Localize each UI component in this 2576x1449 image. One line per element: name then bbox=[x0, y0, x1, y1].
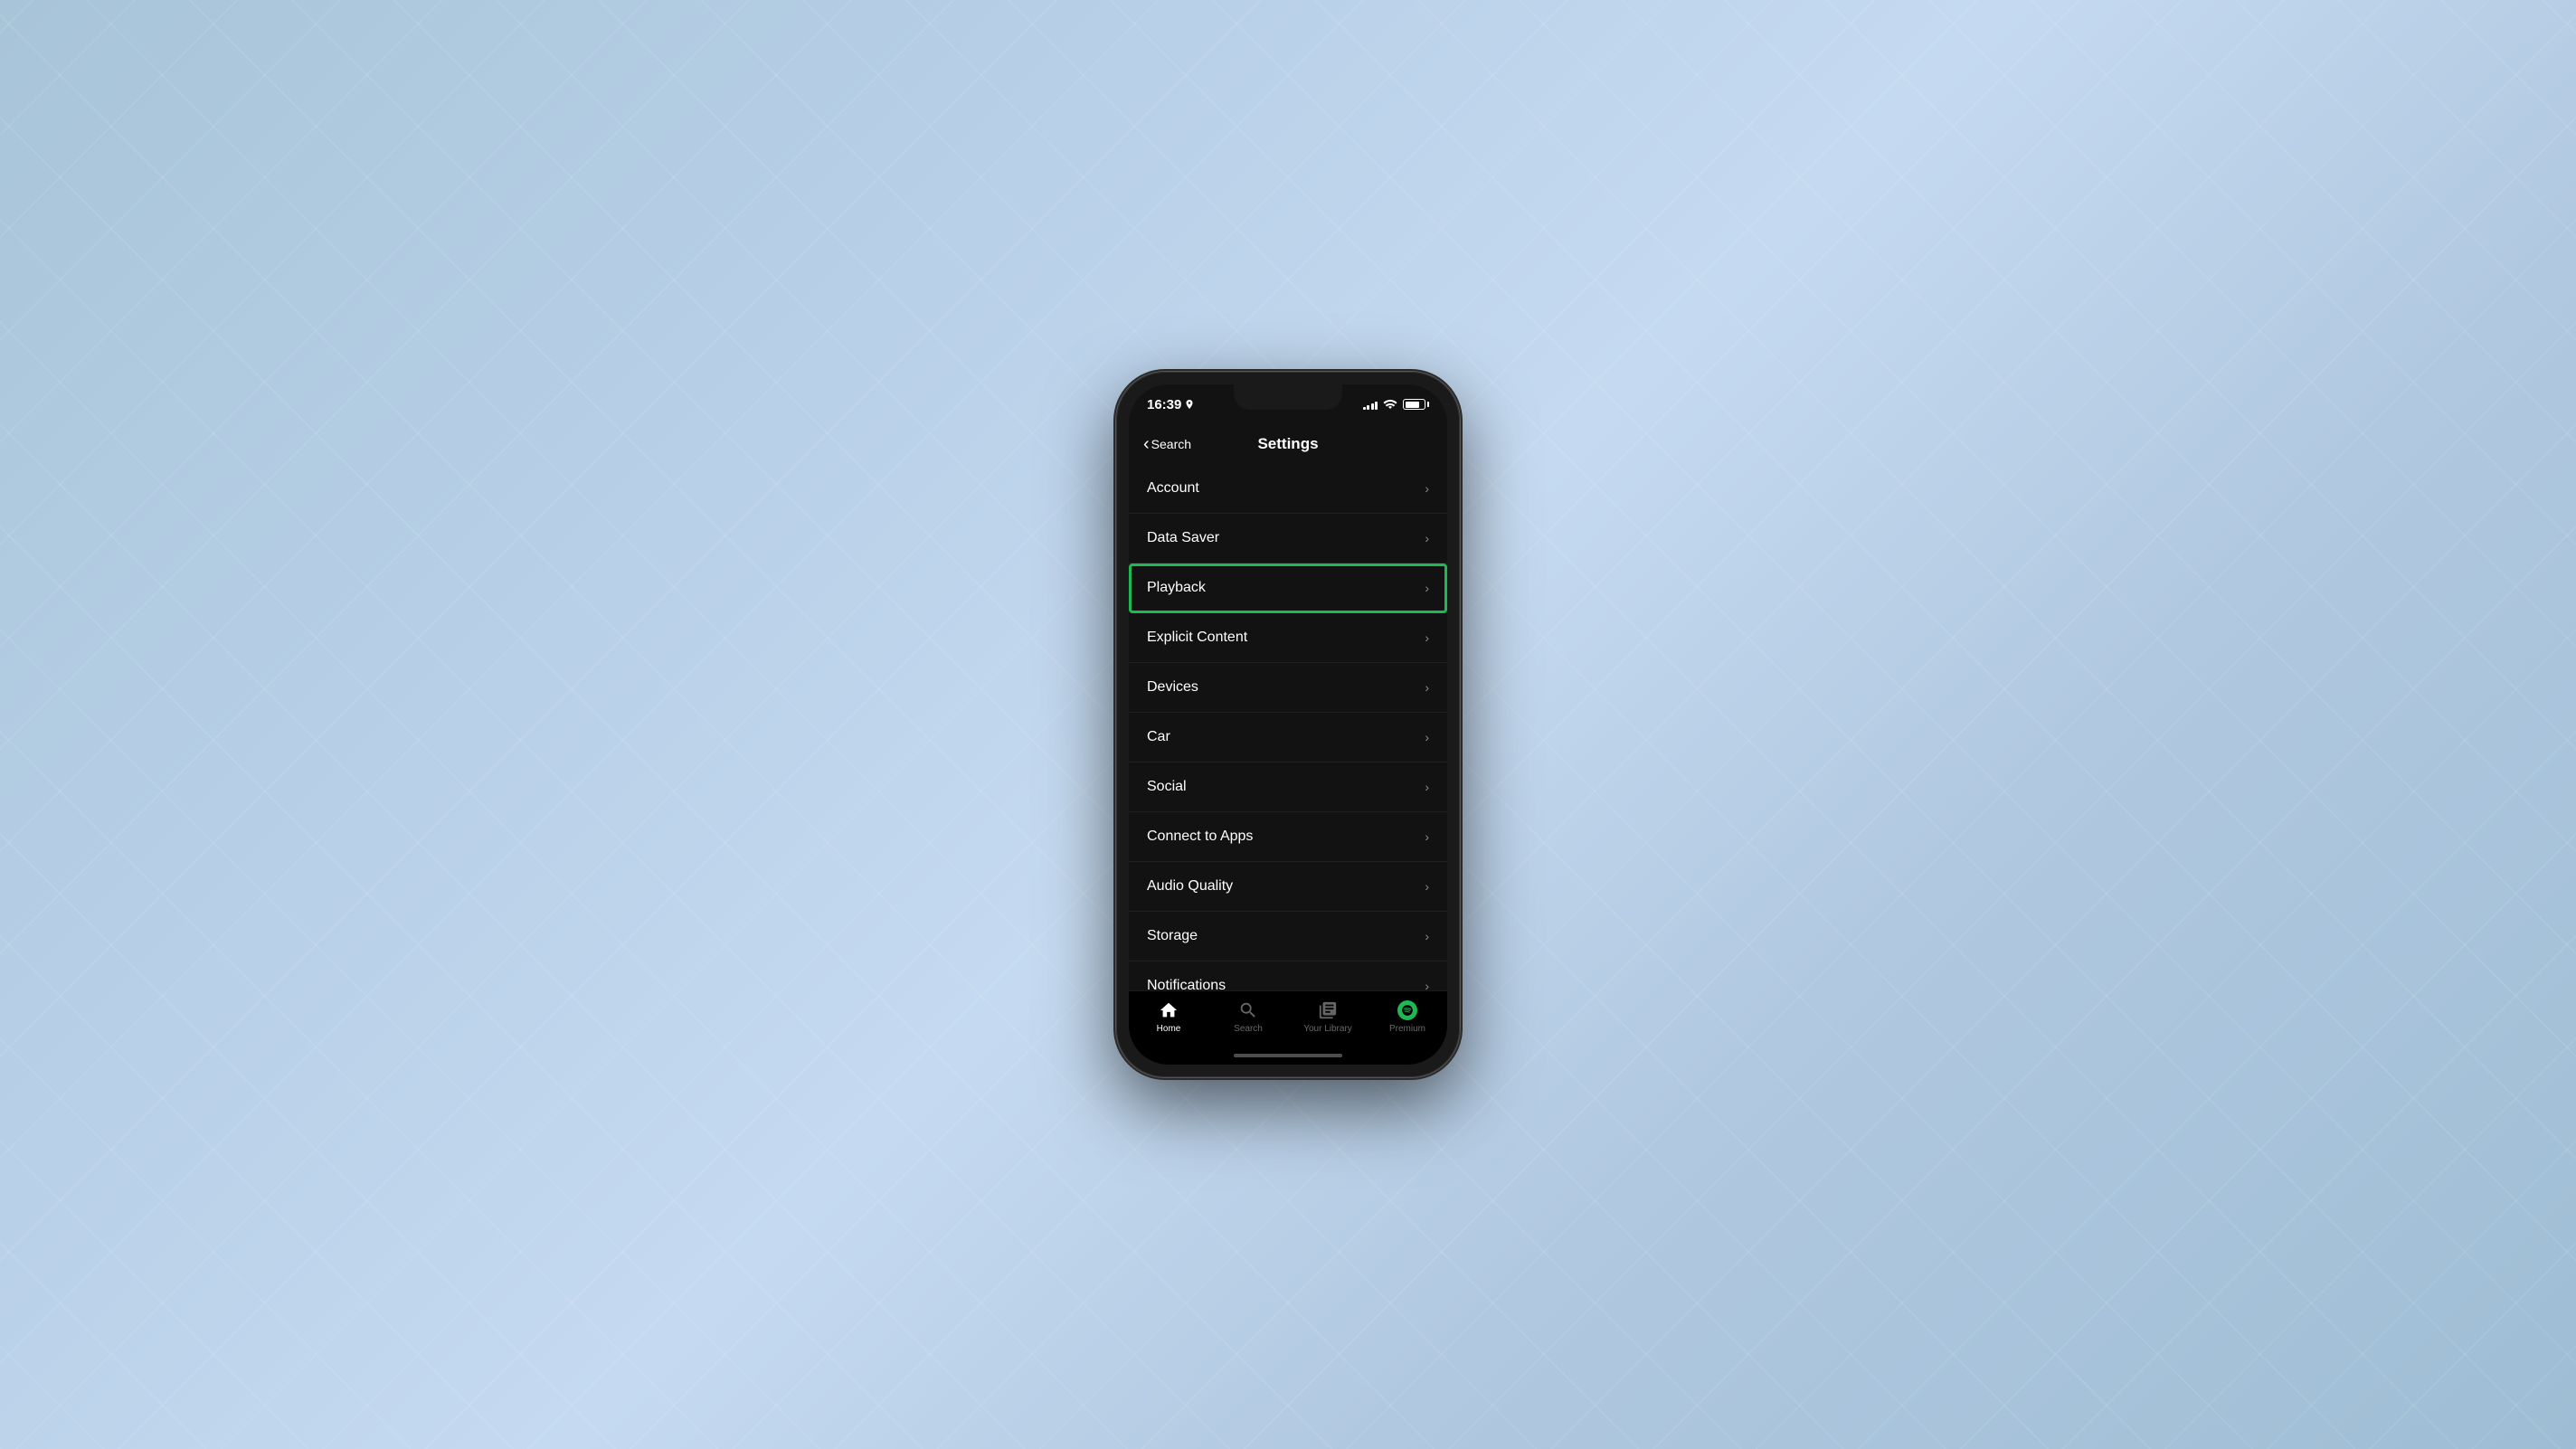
back-label: Search bbox=[1151, 438, 1191, 450]
search-icon bbox=[1238, 1000, 1258, 1020]
chevron-right-icon: › bbox=[1425, 680, 1429, 695]
status-time: 16:39 bbox=[1147, 397, 1194, 412]
settings-item-playback[interactable]: Playback › bbox=[1129, 564, 1447, 613]
page-title: Settings bbox=[1257, 435, 1318, 453]
signal-bars-icon bbox=[1363, 400, 1378, 410]
battery-icon bbox=[1403, 399, 1425, 410]
status-bar: 16:39 bbox=[1129, 384, 1447, 424]
settings-item-label: Devices bbox=[1147, 679, 1198, 696]
settings-item-data-saver[interactable]: Data Saver › bbox=[1129, 514, 1447, 564]
notch bbox=[1234, 384, 1342, 410]
chevron-right-icon: › bbox=[1425, 481, 1429, 496]
chevron-right-icon: › bbox=[1425, 581, 1429, 595]
spotify-premium-icon bbox=[1397, 1000, 1417, 1020]
phone-device: 16:39 bbox=[1116, 372, 1460, 1077]
tab-premium-label: Premium bbox=[1389, 1024, 1425, 1034]
settings-item-label: Storage bbox=[1147, 928, 1198, 944]
tab-home[interactable]: Home bbox=[1141, 1000, 1196, 1034]
settings-item-label: Notifications bbox=[1147, 978, 1226, 990]
tab-library-label: Your Library bbox=[1303, 1024, 1352, 1034]
settings-item-devices[interactable]: Devices › bbox=[1129, 663, 1447, 713]
tab-search-label: Search bbox=[1234, 1024, 1263, 1034]
library-icon bbox=[1318, 1000, 1338, 1020]
settings-item-label: Explicit Content bbox=[1147, 630, 1247, 646]
spotify-logo bbox=[1401, 1004, 1414, 1017]
status-icons bbox=[1363, 399, 1426, 410]
settings-item-label: Car bbox=[1147, 729, 1170, 745]
settings-item-label: Social bbox=[1147, 779, 1187, 795]
chevron-right-icon: › bbox=[1425, 929, 1429, 943]
chevron-right-icon: › bbox=[1425, 730, 1429, 744]
chevron-right-icon: › bbox=[1425, 979, 1429, 990]
location-icon bbox=[1185, 400, 1194, 410]
home-indicator bbox=[1234, 1054, 1342, 1057]
nav-bar: ‹ Search Settings bbox=[1129, 424, 1447, 464]
tab-home-label: Home bbox=[1157, 1024, 1181, 1034]
tab-search[interactable]: Search bbox=[1221, 1000, 1275, 1034]
chevron-right-icon: › bbox=[1425, 829, 1429, 844]
settings-item-connect-to-apps[interactable]: Connect to Apps › bbox=[1129, 812, 1447, 862]
settings-item-label: Audio Quality bbox=[1147, 878, 1233, 895]
settings-list: Account › Data Saver › Playback › Explic… bbox=[1129, 464, 1447, 990]
settings-item-label: Account bbox=[1147, 480, 1199, 497]
settings-item-label: Playback bbox=[1147, 580, 1206, 596]
wifi-icon bbox=[1383, 399, 1397, 410]
chevron-right-icon: › bbox=[1425, 780, 1429, 794]
settings-item-car[interactable]: Car › bbox=[1129, 713, 1447, 762]
home-icon bbox=[1159, 1000, 1179, 1020]
back-arrow-icon: ‹ bbox=[1143, 435, 1150, 453]
phone-screen: 16:39 bbox=[1129, 384, 1447, 1065]
settings-list-container: Account › Data Saver › Playback › Explic… bbox=[1129, 464, 1447, 990]
chevron-right-icon: › bbox=[1425, 531, 1429, 545]
screen-content: 16:39 bbox=[1129, 384, 1447, 1065]
back-button[interactable]: ‹ Search bbox=[1143, 435, 1191, 453]
chevron-right-icon: › bbox=[1425, 630, 1429, 645]
settings-item-label: Connect to Apps bbox=[1147, 829, 1253, 845]
chevron-right-icon: › bbox=[1425, 879, 1429, 894]
settings-item-storage[interactable]: Storage › bbox=[1129, 912, 1447, 961]
settings-item-explicit-content[interactable]: Explicit Content › bbox=[1129, 613, 1447, 663]
tab-your-library[interactable]: Your Library bbox=[1301, 1000, 1355, 1034]
settings-item-notifications[interactable]: Notifications › bbox=[1129, 961, 1447, 990]
settings-item-audio-quality[interactable]: Audio Quality › bbox=[1129, 862, 1447, 912]
settings-item-account[interactable]: Account › bbox=[1129, 464, 1447, 514]
settings-item-social[interactable]: Social › bbox=[1129, 762, 1447, 812]
tab-premium[interactable]: Premium bbox=[1380, 1000, 1435, 1034]
settings-item-label: Data Saver bbox=[1147, 530, 1219, 546]
